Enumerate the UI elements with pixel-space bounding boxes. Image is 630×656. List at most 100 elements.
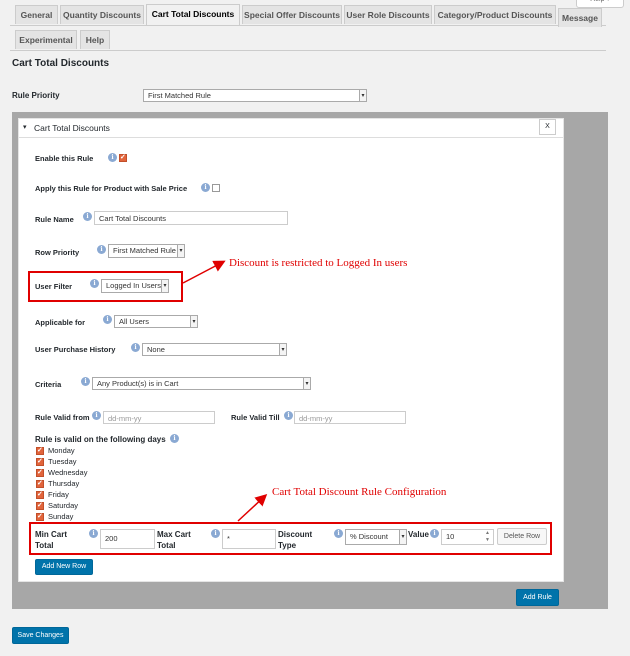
- discount-type-select[interactable]: % Discount ▾: [345, 529, 407, 545]
- info-icon: i: [81, 377, 90, 386]
- info-icon: i: [83, 212, 92, 221]
- sale-price-checkbox[interactable]: [212, 184, 220, 192]
- chevron-down-icon: ▾: [399, 530, 406, 544]
- add-new-row-button[interactable]: Add New Row: [35, 559, 93, 575]
- purchase-history-value: None: [147, 345, 165, 354]
- criteria-label: Criteria: [35, 380, 62, 389]
- spinner-icon[interactable]: ▲ ▼: [485, 530, 490, 544]
- tab-message[interactable]: Message: [558, 8, 602, 27]
- tab-experimental[interactable]: Experimental: [15, 30, 77, 49]
- tab-help[interactable]: Help: [80, 30, 110, 49]
- valid-from-label: Rule Valid from: [35, 413, 90, 422]
- tab-general[interactable]: General: [15, 5, 58, 24]
- min-cart-label: Min Cart: [35, 530, 67, 539]
- info-icon: i: [430, 529, 439, 538]
- info-icon: i: [284, 411, 293, 420]
- info-icon: i: [103, 315, 112, 324]
- day-checkbox-thursday[interactable]: [36, 479, 44, 488]
- valid-till-label: Rule Valid Till: [231, 413, 280, 422]
- close-panel-button[interactable]: X: [539, 119, 556, 135]
- user-filter-select[interactable]: Logged In Users ▾: [101, 279, 169, 293]
- info-icon: i: [201, 183, 210, 192]
- row-priority-value: First Matched Rule: [113, 246, 176, 255]
- delete-row-button[interactable]: Delete Row: [497, 528, 547, 545]
- rule-priority-select[interactable]: First Matched Rule ▾: [143, 89, 367, 102]
- max-cart-label: Max Cart: [157, 530, 191, 539]
- valid-till-input[interactable]: dd-mm-yy: [294, 411, 406, 424]
- add-rule-button[interactable]: Add Rule: [516, 589, 559, 606]
- info-icon: i: [334, 529, 343, 538]
- purchase-history-select[interactable]: None ▾: [142, 343, 287, 356]
- max-cart-input[interactable]: *: [222, 529, 276, 549]
- day-label-friday: Friday: [48, 490, 69, 499]
- day-label-monday: Monday: [48, 446, 75, 455]
- tab-quantity-discounts[interactable]: Quantity Discounts: [60, 5, 144, 24]
- annotation-user-filter: Discount is restricted to Logged In user…: [229, 257, 408, 269]
- day-label-thursday: Thursday: [48, 479, 80, 488]
- tab-divider: [10, 50, 606, 51]
- page-title: Cart Total Discounts: [12, 58, 110, 69]
- enable-rule-label: Enable this Rule: [35, 154, 94, 163]
- tab-user-role-discounts[interactable]: User Role Discounts: [344, 5, 432, 24]
- discount-type-label: Discount: [278, 530, 313, 539]
- annotation-row-config: Cart Total Discount Rule Configuration: [272, 486, 447, 498]
- day-label-saturday: Saturday: [48, 501, 79, 510]
- purchase-history-label: User Purchase History: [35, 345, 116, 354]
- sale-price-label: Apply this Rule for Product with Sale Pr…: [35, 184, 188, 193]
- day-label-sunday: Sunday: [48, 512, 74, 521]
- tab-divider: [10, 25, 606, 26]
- info-icon: i: [97, 245, 106, 254]
- rule-name-input[interactable]: Cart Total Discounts: [94, 211, 288, 225]
- chevron-down-icon: ▾: [279, 344, 286, 355]
- chevron-down-icon: ▾: [359, 90, 366, 101]
- info-icon: i: [89, 529, 98, 538]
- applicable-for-select[interactable]: All Users ▾: [114, 315, 198, 328]
- panel-title[interactable]: Cart Total Discounts: [34, 123, 110, 133]
- rule-priority-value: First Matched Rule: [148, 91, 211, 100]
- collapse-caret-icon[interactable]: ▾: [23, 123, 27, 131]
- day-checkbox-monday[interactable]: [36, 446, 44, 455]
- day-label-tuesday: Tuesday: [48, 457, 77, 466]
- user-filter-value: Logged In Users: [106, 281, 162, 290]
- row-priority-select[interactable]: First Matched Rule ▾: [108, 244, 185, 258]
- help-button[interactable]: Help ▾: [576, 0, 624, 8]
- rule-priority-label: Rule Priority: [12, 91, 60, 100]
- valid-from-input[interactable]: dd-mm-yy: [103, 411, 215, 424]
- info-icon: i: [211, 529, 220, 538]
- panel-divider: [19, 137, 563, 138]
- day-checkbox-saturday[interactable]: [36, 501, 44, 510]
- row-priority-label: Row Priority: [35, 248, 80, 257]
- day-checkbox-wednesday[interactable]: [36, 468, 44, 477]
- chevron-down-icon: ▾: [177, 245, 184, 257]
- tab-special-offer-discounts[interactable]: Special Offer Discounts: [242, 5, 342, 24]
- criteria-value: Any Product(s) is in Cart: [97, 379, 179, 388]
- rule-name-label: Rule Name: [35, 215, 74, 224]
- tab-cart-total-discounts[interactable]: Cart Total Discounts: [146, 4, 240, 25]
- day-checkbox-sunday[interactable]: [36, 512, 44, 521]
- valid-days-label: Rule is valid on the following days: [35, 435, 166, 444]
- info-icon: i: [108, 153, 117, 162]
- enable-rule-checkbox[interactable]: [119, 153, 127, 162]
- info-icon: i: [131, 343, 140, 352]
- chevron-down-icon: ▾: [303, 378, 310, 389]
- day-label-wednesday: Wednesday: [48, 468, 88, 477]
- max-cart-label-2: Total: [157, 541, 176, 550]
- tab-category-product-discounts[interactable]: Category/Product Discounts: [434, 5, 556, 24]
- discount-type-label-2: Type: [278, 541, 297, 550]
- min-cart-label-2: Total: [35, 541, 54, 550]
- info-icon: i: [90, 279, 99, 288]
- info-icon: i: [92, 411, 101, 420]
- applicable-for-value: All Users: [119, 317, 150, 326]
- value-label: Value: [408, 530, 429, 539]
- save-changes-button[interactable]: Save Changes: [12, 627, 69, 644]
- discount-type-value: % Discount: [350, 532, 388, 541]
- chevron-down-icon: ▾: [190, 316, 197, 327]
- applicable-for-label: Applicable for: [35, 318, 86, 327]
- criteria-select[interactable]: Any Product(s) is in Cart ▾: [92, 377, 311, 390]
- min-cart-input[interactable]: 200: [100, 529, 155, 549]
- user-filter-label: User Filter: [35, 282, 73, 291]
- chevron-down-icon: ▾: [161, 280, 168, 292]
- day-checkbox-friday[interactable]: [36, 490, 44, 499]
- day-checkbox-tuesday[interactable]: [36, 457, 44, 466]
- info-icon: i: [170, 434, 179, 443]
